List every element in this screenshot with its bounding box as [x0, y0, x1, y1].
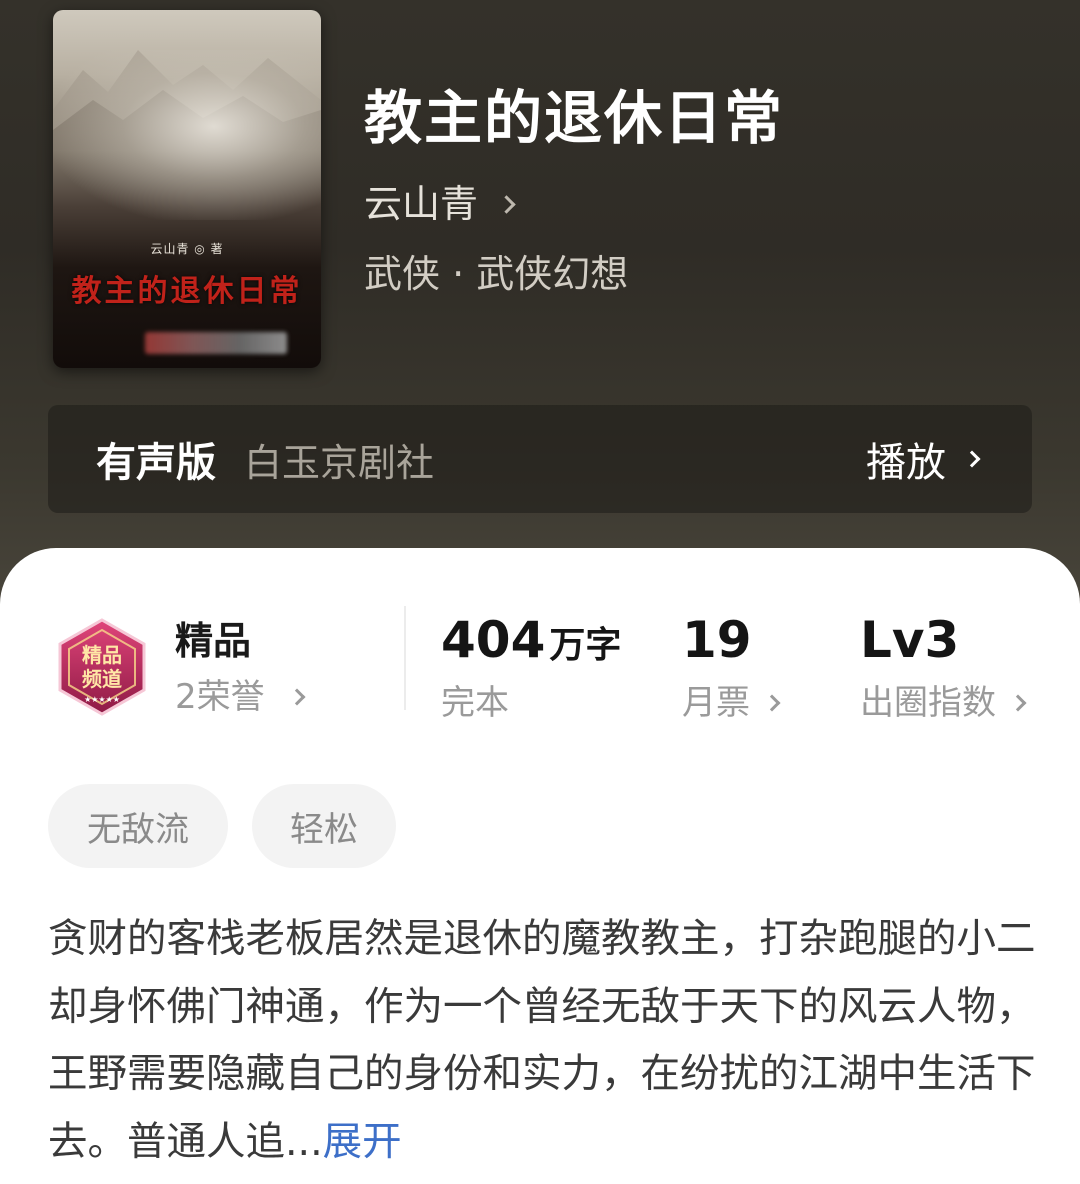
book-title: 教主的退休日常 [364, 84, 785, 152]
play-button[interactable]: 播放 [866, 405, 981, 513]
tag-chip[interactable]: 轻松 [252, 784, 396, 868]
svg-text:精品: 精品 [82, 643, 122, 667]
audio-studio-name: 白玉京剧社 [244, 440, 435, 485]
cover-mist [53, 50, 321, 220]
chevron-right-icon [763, 694, 781, 712]
word-count-number: 404 [441, 611, 546, 669]
monthly-tickets-label: 月票 [682, 683, 750, 723]
stats-divider [404, 606, 406, 710]
cover-title-text: 教主的退休日常 [71, 274, 303, 309]
synopsis: 贪财的客栈老板居然是退休的魔教教主，打杂跑腿的小二却身怀佛门神通，作为一个曾经无… [48, 906, 1038, 1176]
genre-text: 武侠 · 武侠幻想 [364, 252, 629, 296]
author-link[interactable]: 云山青 [364, 178, 516, 230]
quality-label: 精品 [175, 619, 252, 663]
cover-author-text: 云山青 ◎ 著 [150, 242, 224, 256]
popularity-index-label: 出圈指数 [860, 683, 996, 723]
play-label: 播放 [866, 440, 946, 486]
chevron-right-icon [497, 194, 516, 214]
audio-version-label: 有声版 [96, 440, 216, 486]
author-name: 云山青 [364, 182, 479, 226]
chevron-right-icon [1009, 694, 1027, 712]
monthly-tickets-link[interactable]: 月票 [682, 680, 781, 726]
word-count-unit: 万字 [549, 625, 622, 666]
word-count-value: 404 万字 [441, 610, 621, 676]
completion-status: 完本 [441, 683, 509, 723]
tag-chip[interactable]: 无敌流 [48, 784, 228, 868]
chevron-right-icon [963, 450, 981, 468]
popularity-index-link[interactable]: 出圈指数 [860, 680, 1027, 726]
synopsis-text: 贪财的客栈老板居然是退休的魔教教主，打杂跑腿的小二却身怀佛门神通，作为一个曾经无… [48, 916, 1036, 1165]
svg-text:频道: 频道 [82, 667, 122, 691]
honors-count: 2荣誉 [175, 677, 265, 717]
book-cover-image[interactable]: 云山青 ◎ 著 教主的退休日常 [53, 10, 321, 368]
premium-badge-icon[interactable]: 精品 频道 ★★★★★ [52, 616, 152, 716]
expand-link[interactable]: 展开 [323, 1119, 402, 1165]
svg-text:★★★★★: ★★★★★ [84, 695, 120, 704]
cover-publisher-blurred [145, 332, 287, 354]
honors-link[interactable]: 2荣誉 [175, 674, 306, 720]
popularity-level-value: Lv3 [860, 611, 960, 669]
chevron-right-icon [288, 688, 306, 706]
monthly-tickets-value: 19 [682, 611, 752, 669]
audio-version-bar[interactable]: 有声版 白玉京剧社 播放 [48, 405, 1032, 513]
